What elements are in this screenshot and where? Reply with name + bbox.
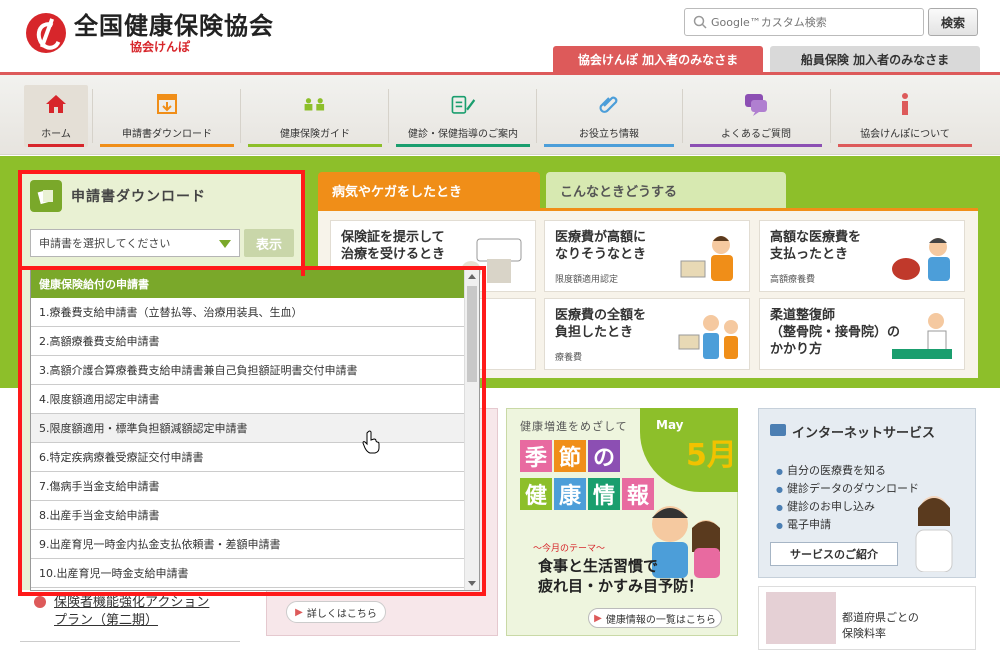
card-title: 柔道整復師 （整骨院・接骨院）の かかり方 xyxy=(770,308,901,357)
health-theme-text: 食事と生活習慣で 疲れ目・かすみ目予防！ xyxy=(538,557,704,595)
button-label: 詳しくはこちら xyxy=(306,608,377,620)
checkup-icon xyxy=(451,95,476,114)
hand-cursor-icon xyxy=(362,430,380,454)
news-link[interactable]: 保険者機能強化アクション プラン（第二期） xyxy=(54,594,209,630)
card-high-medical-cost-expected[interactable]: 医療費が高額に なりそうなとき 限度額適用認定 xyxy=(544,220,750,292)
logo-title: 全国健康保険協会 xyxy=(74,12,274,40)
therapist-illustration-icon xyxy=(892,313,952,359)
card-paid-full-cost[interactable]: 医療費の全額を 負担したとき 療養費 xyxy=(544,298,750,370)
search-box[interactable] xyxy=(684,8,924,36)
tile: 康 xyxy=(554,478,586,510)
tab-seamen-members[interactable]: 船員保険 加入者のみなさま xyxy=(770,46,980,72)
logo-subtitle: 協会けんぽ xyxy=(130,40,191,54)
nav-about[interactable]: 協会けんぽについて xyxy=(834,85,976,147)
service-item[interactable]: 健診のお申し込み xyxy=(776,498,919,516)
tab-kyokai-members[interactable]: 協会けんぽ 加入者のみなさま xyxy=(553,46,763,72)
paperclip-icon xyxy=(599,96,618,113)
health-month: 5月 xyxy=(686,438,737,473)
tab-what-to-do[interactable]: こんなときどうする xyxy=(546,172,786,208)
search-button[interactable]: 検索 xyxy=(928,8,978,36)
nav-label: よくあるご質問 xyxy=(721,129,791,140)
nav-label: 申請書ダウンロード xyxy=(122,129,212,140)
health-list-button[interactable]: ▶ 健康情報の一覧はこちら xyxy=(588,608,722,628)
nav-label: 健診・保健指導のご案内 xyxy=(408,129,518,140)
global-nav: ホーム 申請書ダウンロード 健康保険ガイド 健診・保健指導のご案内 お役立ち情報… xyxy=(0,75,1000,155)
health-theme-label: 〜今月のテーマ〜 xyxy=(533,544,606,554)
internet-service-list: 自分の医療費を知る 健診データのダウンロード 健診のお申し込み 電子申請 xyxy=(776,462,919,534)
faq-icon xyxy=(745,94,767,116)
health-month-en: May xyxy=(656,418,684,432)
prefecture-rate-text: 都道府県ごとの 保険料率 xyxy=(842,611,919,640)
card-subtitle: 療養費 xyxy=(555,353,583,363)
tab-sick-injured[interactable]: 病気やケガをしたとき xyxy=(318,172,540,208)
search-input[interactable] xyxy=(711,15,911,29)
nav-faq[interactable]: よくあるご質問 xyxy=(686,85,826,147)
health-caption: 健康増進をめざして xyxy=(520,420,628,433)
notebook-illustration-icon xyxy=(766,592,836,644)
search-icon xyxy=(693,15,707,29)
info-icon xyxy=(902,93,908,115)
pink-banner-more-button[interactable]: ▶ 詳しくはこちら xyxy=(286,601,386,623)
arrow-right-icon: ▶ xyxy=(594,612,602,624)
woman-illustration-icon xyxy=(915,496,953,572)
tile: 節 xyxy=(554,440,586,472)
card-judo-therapist[interactable]: 柔道整復師 （整骨院・接骨院）の かかり方 xyxy=(759,298,965,370)
person-with-money-icon xyxy=(680,236,733,281)
divider xyxy=(20,641,240,642)
service-item[interactable]: 電子申請 xyxy=(776,516,919,534)
card-title: 医療費の全額を 負担したとき xyxy=(555,308,647,340)
highlight-box xyxy=(18,266,486,596)
home-icon xyxy=(46,95,66,113)
nav-label: 協会けんぽについて xyxy=(860,129,950,140)
service-item[interactable]: 自分の医療費を知る xyxy=(776,462,919,480)
nav-checkup[interactable]: 健診・保健指導のご案内 xyxy=(392,85,534,147)
arrow-bullet-icon xyxy=(34,596,46,608)
service-item[interactable]: 健診データのダウンロード xyxy=(776,480,919,498)
nav-home[interactable]: ホーム xyxy=(24,85,88,147)
tile: 情 xyxy=(588,478,620,510)
card-paid-high-medical-cost[interactable]: 高額な医療費を 支払ったとき 高額療養費 xyxy=(759,220,965,292)
card-subtitle: 限度額適用認定 xyxy=(555,275,619,285)
highlight-box xyxy=(18,170,305,276)
person-with-purse-icon xyxy=(892,238,950,281)
download-form-icon xyxy=(157,94,177,114)
card-title: 高額な医療費を 支払ったとき xyxy=(770,230,862,262)
nav-guide[interactable]: 健康保険ガイド xyxy=(244,85,386,147)
tile: の xyxy=(588,440,620,472)
computer-icon xyxy=(770,424,786,436)
family-illustration-icon xyxy=(678,315,738,359)
card-title: 医療費が高額に なりそうなとき xyxy=(555,230,647,262)
logo-mark-icon xyxy=(26,13,66,53)
nav-label: ホーム xyxy=(41,129,71,140)
tile: 健 xyxy=(520,478,552,510)
site-logo[interactable]: 全国健康保険協会 協会けんぽ xyxy=(26,12,274,54)
arrow-right-icon: ▶ xyxy=(295,606,303,618)
nav-useful-info[interactable]: お役立ち情報 xyxy=(540,85,678,147)
nav-label: お役立ち情報 xyxy=(579,129,639,140)
guide-icon xyxy=(304,98,325,111)
card-title: 保険証を提示して 治療を受けるとき xyxy=(341,230,446,262)
button-label: 健康情報の一覧はこちら xyxy=(605,614,716,626)
service-intro-button[interactable]: サービスのご紹介 xyxy=(770,542,898,566)
card-subtitle: 高額療養費 xyxy=(770,275,816,285)
nav-download[interactable]: 申請書ダウンロード xyxy=(96,85,238,147)
internet-service-title: インターネットサービス xyxy=(792,426,936,441)
tile: 季 xyxy=(520,440,552,472)
nav-label: 健康保険ガイド xyxy=(280,129,350,140)
